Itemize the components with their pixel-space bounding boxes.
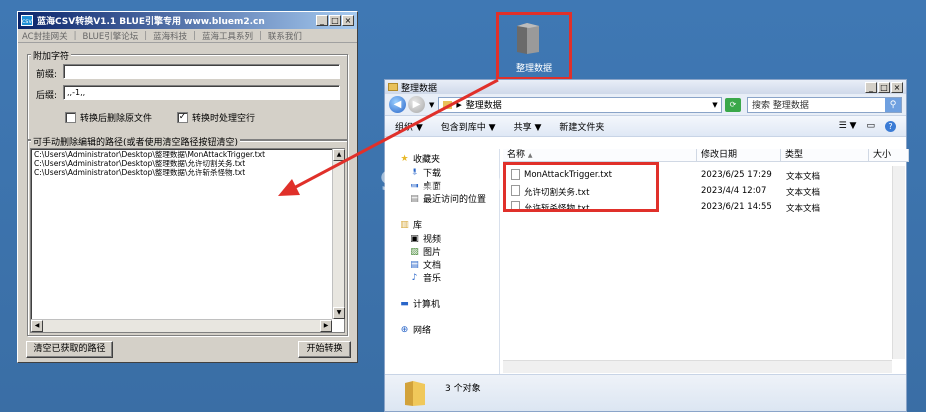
nav-music[interactable]: ♪ 音乐 — [409, 271, 441, 285]
network-icon: ⊕ — [400, 324, 409, 335]
explorer-titlebar[interactable]: 整理数据 _ □ × — [385, 80, 906, 94]
star-icon: ★ — [400, 153, 409, 164]
menu-item-ac[interactable]: AC封挂网关 — [22, 30, 68, 42]
paths-vscroll[interactable]: ▲ ▼ — [332, 149, 345, 319]
paths-hscroll[interactable]: ◀ ▶ — [31, 319, 332, 332]
menu-item-tech[interactable]: 蓝海科技 — [153, 30, 187, 42]
site-watermark: 9Gu.com — [380, 167, 502, 197]
scroll-right-icon[interactable]: ▶ — [320, 320, 332, 332]
menu-item-contact[interactable]: 联系我们 — [268, 30, 302, 42]
back-icon[interactable]: ◀ — [389, 96, 406, 113]
clear-paths-button[interactable]: 清空已获取的路径 — [26, 341, 113, 358]
picture-icon: ▨ — [410, 246, 419, 257]
path-line: C:\Users\Administrator\Desktop\整理数据\允许切割… — [34, 159, 246, 168]
folder-small-icon — [388, 83, 398, 91]
converter-menu: AC封挂网关 | BLUE引擎论坛 | 蓝海科技 | 蓝海工具系列 | 联系我们 — [18, 29, 357, 43]
sort-up-icon: ▲ — [527, 152, 533, 159]
chk-delete-box[interactable] — [65, 112, 76, 123]
chk-blank-label: 转换时处理空行 — [192, 114, 256, 124]
nav-videos[interactable]: ▣ 视频 — [409, 232, 441, 246]
converter-title: 蓝海CSV转换V1.1 BLUE引擎专用 www.bluem2.cn — [37, 17, 265, 27]
history-dropdown-icon[interactable]: ▼ — [429, 101, 434, 109]
file-list-vscroll[interactable] — [892, 166, 905, 359]
start-convert-button[interactable]: 开始转换 — [298, 341, 351, 358]
status-count: 3 个对象 — [445, 384, 481, 394]
view-options-icon[interactable]: ☰ ▼ — [839, 121, 857, 132]
nav-documents[interactable]: ▤ 文档 — [409, 258, 441, 272]
nav-computer[interactable]: ▬ 计算机 — [399, 297, 440, 311]
chk-blank-lines[interactable]: ✓ 转换时处理空行 — [177, 111, 255, 124]
suffix-label: 后缀: — [36, 91, 58, 101]
paths-textarea[interactable]: C:\Users\Administrator\Desktop\整理数据\MonA… — [30, 148, 345, 333]
address-chevron-icon: ▶ — [456, 100, 462, 109]
music-icon: ♪ — [411, 272, 418, 283]
col-name[interactable]: 名称 ▲ — [503, 149, 697, 162]
address-text: 整理数据 — [465, 101, 502, 111]
menu-item-tools[interactable]: 蓝海工具系列 — [202, 30, 253, 42]
explorer-title: 整理数据 — [401, 83, 438, 94]
group-add-label: 附加字符 — [31, 49, 72, 62]
refresh-icon[interactable]: ⟳ — [725, 97, 741, 112]
path-line: C:\Users\Administrator\Desktop\整理数据\允许斩杀… — [34, 168, 246, 177]
nav-libraries[interactable]: ▥ 库 — [399, 218, 422, 232]
chk-delete-label: 转换后删除原文件 — [80, 114, 153, 124]
search-icon[interactable]: ⚲ — [885, 97, 901, 112]
forward-icon[interactable]: ▶ — [408, 96, 425, 113]
close-button[interactable]: × — [342, 15, 354, 26]
chk-blank-box[interactable]: ✓ — [177, 112, 188, 123]
explorer-toolbar: 组织 ▼ 包含到库中 ▼ 共享 ▼ 新建文件夹 ☰ ▼ ▭ ? — [385, 116, 906, 137]
nav-network[interactable]: ⊕ 网络 — [399, 323, 431, 337]
nav-pictures[interactable]: ▨ 图片 — [409, 245, 441, 259]
converter-titlebar[interactable]: csv 蓝海CSV转换V1.1 BLUE引擎专用 www.bluem2.cn _… — [18, 12, 357, 29]
suffix-input[interactable]: ,,-1,, — [63, 85, 340, 100]
explorer-maximize-button[interactable]: □ — [878, 81, 890, 93]
chk-delete-after[interactable]: 转换后删除原文件 — [65, 111, 152, 124]
search-input[interactable]: 搜索 整理数据 ⚲ — [747, 96, 902, 113]
video-icon: ▣ — [410, 233, 419, 244]
address-input[interactable]: ▶ 整理数据 ▼ — [438, 96, 722, 113]
explorer-window: 整理数据 _ □ × ◀ ▶ ▼ ▶ 整理数据 ▼ ⟳ 搜索 整理数据 ⚲ 组织… — [384, 79, 909, 412]
col-size[interactable]: 大小 — [869, 149, 909, 162]
minimize-button[interactable]: _ — [316, 15, 328, 26]
col-type[interactable]: 类型 — [781, 149, 869, 162]
csv-app-icon: csv — [21, 15, 33, 26]
search-placeholder: 搜索 整理数据 — [752, 101, 809, 111]
converter-window: csv 蓝海CSV转换V1.1 BLUE引擎专用 www.bluem2.cn _… — [17, 11, 358, 363]
explorer-minimize-button[interactable]: _ — [865, 81, 877, 93]
status-folder-icon — [405, 381, 425, 406]
group-paths-label: 可手动删除编辑的路径(或者使用清空路径按钮清空) — [31, 135, 241, 148]
new-folder-button[interactable]: 新建文件夹 — [559, 120, 604, 133]
prefix-input[interactable] — [63, 64, 340, 79]
prefix-label: 前缀: — [36, 70, 58, 80]
address-bar-row: ◀ ▶ ▼ ▶ 整理数据 ▼ ⟳ 搜索 整理数据 ⚲ — [385, 94, 906, 116]
computer-icon: ▬ — [400, 298, 409, 309]
organize-button[interactable]: 组织 ▼ — [395, 120, 423, 133]
path-line: C:\Users\Administrator\Desktop\整理数据\MonA… — [34, 150, 266, 159]
folder-address-icon — [443, 100, 453, 109]
col-date[interactable]: 修改日期 — [697, 149, 781, 162]
scroll-up-icon[interactable]: ▲ — [333, 149, 345, 161]
nav-favorites[interactable]: ★ 收藏夹 — [399, 152, 440, 166]
maximize-button[interactable]: □ — [329, 15, 341, 26]
file-list-hscroll[interactable] — [503, 360, 892, 373]
help-icon[interactable]: ? — [885, 120, 896, 132]
address-dropdown-icon[interactable]: ▼ — [709, 101, 721, 109]
files-highlight-box — [503, 162, 659, 212]
scroll-down-icon[interactable]: ▼ — [333, 307, 345, 319]
include-library-button[interactable]: 包含到库中 ▼ — [441, 120, 496, 133]
menu-item-forum[interactable]: BLUE引擎论坛 — [82, 30, 138, 42]
scroll-left-icon[interactable]: ◀ — [31, 320, 43, 332]
explorer-close-button[interactable]: × — [891, 81, 903, 93]
preview-pane-icon[interactable]: ▭ — [866, 121, 875, 132]
library-icon: ▥ — [400, 219, 409, 230]
status-bar: 3 个对象 — [385, 374, 906, 411]
share-button[interactable]: 共享 ▼ — [514, 120, 542, 133]
folder-highlight-box — [496, 12, 572, 80]
document-icon: ▤ — [410, 259, 419, 270]
